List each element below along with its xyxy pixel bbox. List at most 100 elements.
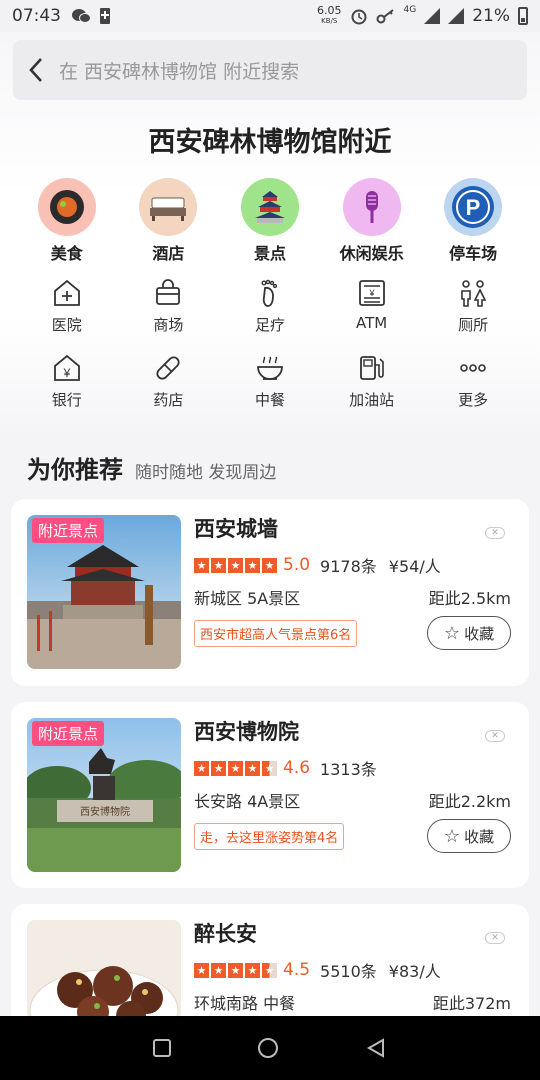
collect-button[interactable]: ☆ 收藏 [427, 819, 511, 853]
star-half-icon: ★ [262, 962, 277, 978]
status-bar: 07:43 6.05 KB/S 4G 21% [0, 0, 540, 32]
wechat-icon [72, 9, 91, 23]
home-icon[interactable] [257, 1038, 278, 1058]
sub-category-row-2: ¥ 银行 药店 中餐 加油站 更多 [0, 343, 540, 418]
info-row: 长安路 4A景区 距此2.2km [194, 788, 511, 812]
category-label: 中餐 [254, 391, 285, 409]
search-input[interactable]: 在 西安碑林博物馆 附近搜索 [59, 57, 299, 84]
distance: 距此372m [432, 994, 511, 1013]
poi-card[interactable]: 附近景点 西安城墙 ✕ ★ ★ ★ ★ ★ 5.0 9178条 ¥54/人 新城… [11, 499, 529, 686]
svg-text:西安博物院: 西安博物院 [80, 805, 130, 818]
poi-thumbnail[interactable]: 西安博物院 附近景点 [27, 718, 181, 872]
speed-unit: KB/S [321, 17, 338, 25]
entertainment-icon [342, 178, 401, 236]
hotel-icon [139, 178, 198, 236]
poi-thumbnail[interactable]: 附近景点 [27, 515, 181, 669]
category-pharmacy[interactable]: 药店 [123, 343, 213, 418]
status-time: 07:43 [12, 6, 61, 26]
poi-name[interactable]: 醉长安 [194, 918, 257, 948]
category-toilet[interactable]: 厕所 [428, 268, 518, 343]
category-gas-station[interactable]: 加油站 [327, 343, 417, 418]
speed-value: 6.05 [317, 4, 342, 17]
star-icon: ★ [211, 557, 226, 573]
toilet-icon [458, 278, 488, 308]
hospital-icon [52, 278, 82, 308]
rating-row: ★ ★ ★ ★ ★ 4.5 5510条 ¥83/人 [194, 958, 441, 982]
back-icon[interactable] [13, 40, 59, 100]
info-row: 环城南路 中餐 距此372m [194, 990, 511, 1014]
star-outline-icon: ☆ [443, 825, 461, 847]
price: ¥83/人 [388, 962, 441, 981]
star-rating: ★ ★ ★ ★ ★ [194, 557, 277, 573]
network-type: 4G [403, 5, 417, 15]
network-speed: 6.05 KB/S [317, 4, 342, 26]
category-atm[interactable]: ¥ ATM [327, 268, 417, 343]
category-scenic[interactable]: 景点 [225, 178, 315, 268]
category-label: 美食 [50, 244, 83, 263]
search-bar[interactable]: 在 西安碑林博物馆 附近搜索 [13, 40, 527, 100]
category-parking[interactable]: P 停车场 [428, 178, 518, 268]
star-half-icon: ★ [262, 760, 277, 776]
star-icon: ★ [245, 760, 260, 776]
star-icon: ★ [194, 760, 209, 776]
poi-name[interactable]: 西安城墙 [194, 513, 278, 543]
category-entertainment[interactable]: 休闲娱乐 [327, 178, 417, 268]
distance: 距此2.5km [428, 589, 511, 608]
category-label: ATM [355, 314, 388, 332]
chinese-food-icon [255, 353, 285, 383]
category-label: 足疗 [254, 316, 285, 334]
price: ¥54/人 [388, 557, 441, 576]
category-label: 加油站 [349, 391, 395, 409]
parking-icon: P [444, 178, 503, 236]
star-icon: ★ [262, 557, 277, 573]
category-chinese-food[interactable]: 中餐 [225, 343, 315, 418]
battery-icon [518, 7, 528, 25]
pharmacy-icon [153, 353, 183, 383]
alarm-icon [351, 9, 366, 25]
category-hospital[interactable]: 医院 [22, 268, 112, 343]
close-icon[interactable]: ✕ [485, 527, 505, 539]
more-icon [458, 353, 488, 383]
poi-name[interactable]: 西安博物院 [194, 716, 299, 746]
header-area: 在 西安碑林博物馆 附近搜索 西安碑林博物馆附近 美食 酒店 景点 休闲娱乐 P… [0, 32, 540, 440]
star-rating: ★ ★ ★ ★ ★ [194, 760, 277, 776]
rank-tag[interactable]: 西安市超高人气景点第6名 [194, 620, 358, 647]
category-food[interactable]: 美食 [22, 178, 112, 268]
page-title: 西安碑林博物馆附近 [148, 127, 392, 158]
category-mall[interactable]: 商场 [123, 268, 213, 343]
category-label: 银行 [51, 391, 82, 409]
nearby-tag: 附近景点 [32, 518, 105, 543]
category-label: 更多 [458, 391, 489, 409]
svg-text:¥: ¥ [62, 366, 70, 380]
close-icon[interactable]: ✕ [485, 932, 505, 944]
review-count: 9178条 [320, 557, 377, 576]
category-foot-massage[interactable]: 足疗 [225, 268, 315, 343]
category-label: 酒店 [152, 244, 185, 263]
category-more[interactable]: 更多 [428, 343, 518, 418]
category-label: 景点 [253, 244, 286, 263]
signal-icon [424, 8, 441, 24]
collect-label: 收藏 [464, 827, 495, 846]
food-icon [37, 178, 96, 236]
mall-icon [153, 278, 183, 308]
battery-percent: 21% [472, 6, 510, 26]
poi-card[interactable]: 醉长安 ✕ ★ ★ ★ ★ ★ 4.5 5510条 ¥83/人 环城南路 中餐 … [11, 904, 529, 1034]
category-hotel[interactable]: 酒店 [123, 178, 213, 268]
gas-station-icon [357, 353, 387, 383]
rank-tag[interactable]: 走，去这里涨姿势第4名 [194, 823, 345, 850]
back-nav-icon[interactable] [365, 1037, 387, 1059]
collect-label: 收藏 [464, 624, 495, 643]
category-label: 商场 [153, 316, 184, 334]
recents-icon[interactable] [153, 1039, 172, 1057]
category-grid: 美食 酒店 景点 休闲娱乐 P 停车场 医院 商场 足疗 ¥ ATM 厕所 ¥ … [0, 178, 540, 418]
poi-card[interactable]: 西安博物院 附近景点 西安博物院 ✕ ★ ★ ★ ★ ★ 4.6 1313条 长… [11, 702, 529, 888]
distance: 距此2.2km [428, 792, 511, 811]
star-icon: ★ [194, 557, 209, 573]
star-icon: ★ [211, 760, 226, 776]
collect-button[interactable]: ☆ 收藏 [427, 616, 511, 650]
close-icon[interactable]: ✕ [485, 730, 505, 742]
main-category-row: 美食 酒店 景点 休闲娱乐 P 停车场 [0, 178, 540, 268]
bank-icon: ¥ [52, 353, 82, 383]
category-bank[interactable]: ¥ 银行 [22, 343, 112, 418]
star-icon: ★ [228, 962, 243, 978]
